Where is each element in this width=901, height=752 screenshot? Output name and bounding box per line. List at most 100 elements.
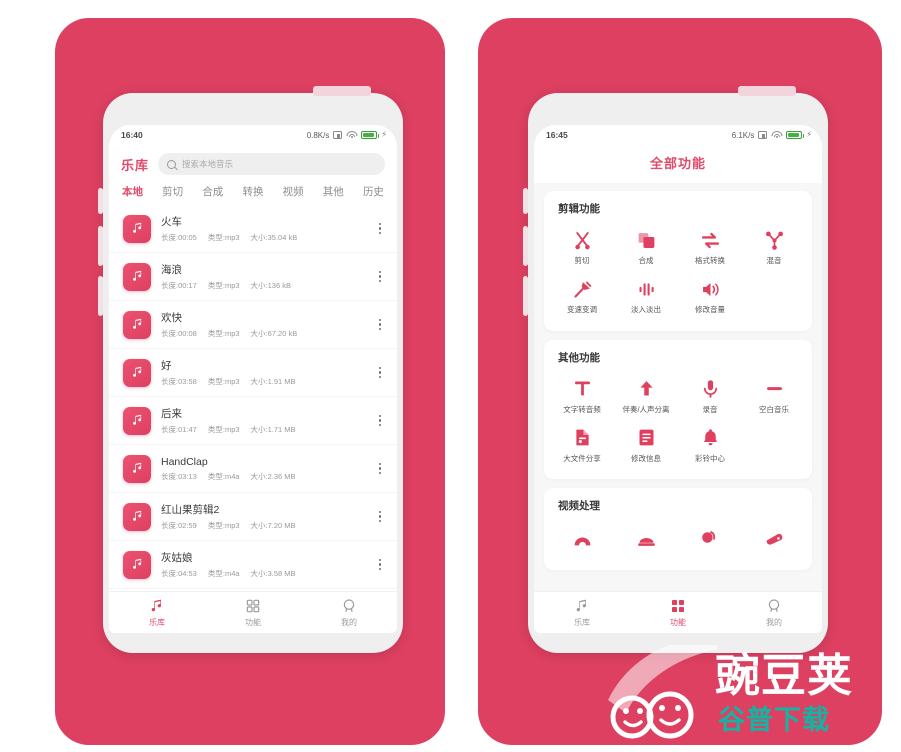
function-item[interactable]: 文字转音频 (550, 369, 614, 418)
song-duration: 长度:00:08 (161, 329, 197, 338)
status-time: 16:40 (121, 130, 143, 140)
song-type: 类型:mp3 (207, 425, 240, 434)
song-title: 好 (161, 360, 172, 372)
song-title: HandClap (161, 455, 208, 468)
search-input[interactable]: 搜索本地音乐 (158, 153, 385, 175)
function-item[interactable]: 合成 (614, 220, 678, 269)
side-button-volume-up[interactable] (523, 226, 528, 266)
tab-5[interactable]: 其他 (323, 184, 344, 199)
side-button-volume-dn[interactable] (98, 276, 103, 316)
function-item[interactable]: 伴奏/人声分离 (614, 369, 678, 418)
song-row[interactable]: 火车 长度:00:05 类型:mp3 大小:35.04 kB (109, 205, 397, 253)
function-item[interactable]: 大文件分享 (550, 418, 614, 467)
song-more-button[interactable] (373, 558, 387, 571)
function-item[interactable]: 修改信息 (614, 418, 678, 467)
song-more-button[interactable] (373, 222, 387, 235)
charging-bolt-icon: ⚡ (381, 130, 387, 139)
function-item[interactable] (742, 517, 806, 558)
fade-bars-icon (636, 278, 657, 300)
function-item[interactable] (550, 517, 614, 558)
function-label: 文字转音频 (563, 404, 601, 414)
search-placeholder: 搜索本地音乐 (182, 159, 234, 169)
nav-item-music-note[interactable]: 乐库 (534, 598, 630, 628)
nav-item-person[interactable]: 我的 (301, 598, 397, 628)
function-grid: 剪切 合成 格式转换 混音变速变调 淡入淡出 修改音量 (550, 220, 806, 319)
song-type: 类型:mp3 (207, 329, 240, 338)
function-section-card: 其他功能 文字转音频 伴奏/人声分离 录音 空白音乐 大文件分享 修改信息 彩铃中心 (544, 339, 812, 479)
nav-item-music-note[interactable]: 乐库 (109, 598, 205, 628)
wifi-icon (771, 131, 783, 139)
function-item[interactable]: 剪切 (550, 220, 614, 269)
music-note-icon (123, 214, 151, 243)
song-type: 类型:m4a (207, 471, 240, 481)
person-icon (766, 598, 782, 614)
function-item[interactable]: 彩铃中心 (678, 418, 742, 467)
function-item[interactable]: 录音 (678, 369, 742, 418)
side-button-volume-dn[interactable] (523, 276, 528, 316)
song-row[interactable]: 海浪 长度:00:17 类型:mp3 大小:136 kB (109, 253, 397, 301)
function-item[interactable]: 空白音乐 (742, 369, 806, 418)
song-subtitle: 长度:00:05 类型:mp3 大小:35.04 kB (161, 232, 363, 243)
left-bottom-nav: 乐库 功能 我的 (109, 591, 397, 633)
song-size: 大小:1.71 MB (250, 425, 296, 434)
song-row[interactable]: 好长度:03:58 类型:mp3 大小:1.91 MB (109, 349, 397, 397)
song-subtitle: 长度:00:17 类型:mp3 大小:136 kB (161, 280, 363, 291)
function-item[interactable]: 格式转换 (678, 220, 742, 269)
function-item[interactable]: 淡入淡出 (614, 269, 678, 318)
function-item[interactable] (678, 517, 742, 558)
video-clip-icon (764, 526, 785, 548)
song-more-button[interactable] (373, 366, 387, 379)
nav-label: 乐库 (574, 617, 590, 627)
song-meta: 红山果剪辑2 长度:02:59 类型:mp3 大小:7.20 MB (161, 502, 363, 531)
song-size: 大小:7.20 MB (250, 521, 296, 530)
watermark-brand: 豌豆荚 (715, 649, 854, 702)
function-item[interactable] (614, 517, 678, 558)
functions-scroll-area[interactable]: 剪辑功能 剪切 合成 格式转换 混音 变速变调 淡入淡出 修改音量 其他功能 文字转音频 伴奏/人声… (534, 183, 822, 570)
song-more-button[interactable] (373, 270, 387, 283)
tab-0[interactable]: 本地 (122, 184, 143, 199)
song-more-button[interactable] (373, 318, 387, 331)
nav-item-person[interactable]: 我的 (726, 598, 822, 628)
side-button-mute[interactable] (523, 188, 528, 214)
video-dome-icon (636, 526, 657, 548)
music-note-icon (123, 262, 151, 291)
tab-3[interactable]: 转换 (242, 184, 263, 199)
song-row[interactable]: 红山果剪辑2 长度:02:59 类型:mp3 大小:7.20 MB (109, 493, 397, 541)
function-item[interactable]: 变速变调 (550, 269, 614, 318)
bell-icon (700, 427, 721, 449)
edit-info-icon (636, 427, 657, 449)
phone-speaker-nub (738, 86, 796, 96)
song-row[interactable]: 后来 长度:01:47 类型:mp3 大小:1.71 MB (109, 397, 397, 445)
nav-item-grid[interactable]: 功能 (205, 598, 301, 628)
song-row[interactable]: HandClap 长度:03:13 类型:m4a 大小:2.36 MB (109, 445, 397, 493)
song-type: 类型:mp3 (207, 233, 240, 242)
music-note-icon (574, 598, 590, 614)
song-more-button[interactable] (373, 462, 387, 475)
nav-label: 乐库 (149, 617, 165, 627)
song-subtitle: 长度:03:58 类型:mp3 大小:1.91 MB (161, 376, 363, 387)
song-duration: 长度:00:17 (161, 281, 197, 290)
tab-2[interactable]: 合成 (202, 184, 223, 199)
song-meta: 好长度:03:58 类型:mp3 大小:1.91 MB (161, 358, 363, 387)
screenshot-stage: 16:40 0.8K/s ⚡ 乐库 搜索本地音乐 本地 剪切 合成 转换 视频 其他 历史 (0, 0, 901, 752)
function-item[interactable]: 修改音量 (678, 269, 742, 318)
section-title: 剪辑功能 (558, 203, 600, 215)
song-more-button[interactable] (373, 414, 387, 427)
song-more-button[interactable] (373, 510, 387, 523)
tab-1[interactable]: 剪切 (162, 184, 183, 199)
song-row[interactable]: 欢快 长度:00:08 类型:mp3 大小:67.20 kB (109, 301, 397, 349)
sim-card-icon (333, 131, 343, 139)
nav-item-grid[interactable]: 功能 (630, 598, 726, 628)
library-tab-row: 本地 剪切 合成 转换 视频 其他 历史 (109, 181, 397, 205)
tab-4[interactable]: 视频 (283, 184, 304, 199)
section-title: 视频处理 (558, 500, 600, 512)
song-size: 大小:3.58 MB (250, 569, 296, 578)
song-row[interactable]: 灰姑娘 长度:04:53 类型:m4a 大小:3.58 MB (109, 541, 397, 589)
side-button-volume-up[interactable] (98, 226, 103, 266)
right-bottom-nav: 乐库 功能 我的 (534, 591, 822, 633)
left-phone-screen: 16:40 0.8K/s ⚡ 乐库 搜索本地音乐 本地 剪切 合成 转换 视频 其他 历史 (109, 125, 397, 633)
function-item[interactable]: 混音 (742, 220, 806, 269)
song-type: 类型:mp3 (207, 281, 240, 290)
tab-6[interactable]: 历史 (363, 184, 384, 199)
side-button-mute[interactable] (98, 188, 103, 214)
